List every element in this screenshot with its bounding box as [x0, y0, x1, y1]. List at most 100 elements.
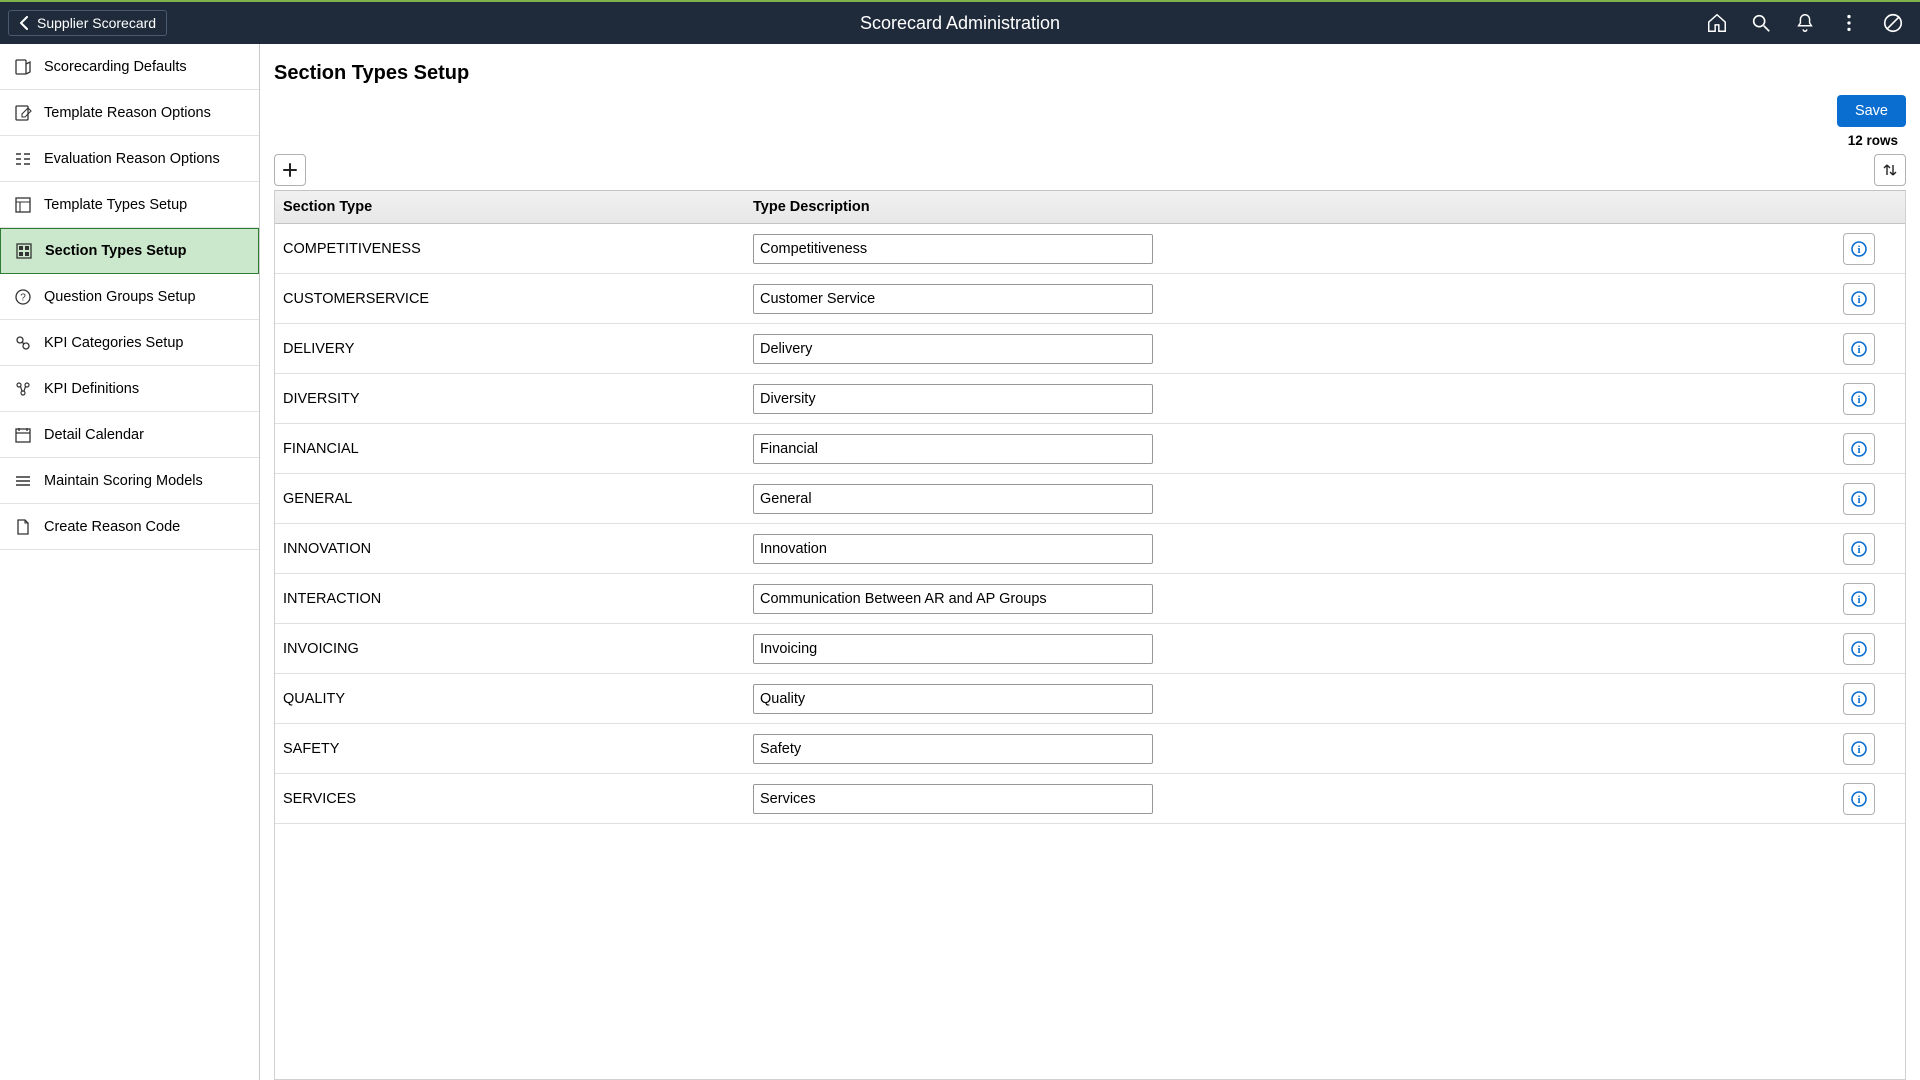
- sidebar-item-detail-calendar[interactable]: Detail Calendar: [0, 412, 259, 458]
- sidebar-item-kpi-categories-setup[interactable]: KPI Categories Setup: [0, 320, 259, 366]
- svg-text:i: i: [1857, 244, 1860, 256]
- table-row: GENERAL i: [275, 474, 1905, 524]
- section-type-cell: FINANCIAL: [275, 433, 745, 465]
- svg-text:i: i: [1857, 594, 1860, 606]
- type-description-input[interactable]: [753, 484, 1153, 514]
- table-header: Section Type Type Description: [275, 191, 1905, 224]
- row-info-button[interactable]: i: [1843, 783, 1875, 815]
- row-actions: i: [1265, 575, 1905, 623]
- section-types-table: Section Type Type Description COMPETITIV…: [274, 190, 1906, 1080]
- column-header-type-description[interactable]: Type Description: [745, 191, 1265, 223]
- add-row-button[interactable]: [274, 154, 306, 186]
- sidebar-item-label: Template Reason Options: [44, 105, 211, 121]
- type-description-input[interactable]: [753, 434, 1153, 464]
- row-info-button[interactable]: i: [1843, 483, 1875, 515]
- kpi-categories-icon: [14, 334, 32, 352]
- table-row: DELIVERYi: [275, 324, 1905, 374]
- sort-button[interactable]: [1874, 154, 1906, 186]
- row-info-button[interactable]: i: [1843, 333, 1875, 365]
- section-type-cell: SAFETY: [275, 733, 745, 765]
- type-description-input[interactable]: [753, 234, 1153, 264]
- template-reason-icon: [14, 104, 32, 122]
- sidebar-item-scorecarding-defaults[interactable]: Scorecarding Defaults: [0, 44, 259, 90]
- type-description-input[interactable]: [753, 334, 1153, 364]
- row-info-button[interactable]: i: [1843, 433, 1875, 465]
- column-header-section-type[interactable]: Section Type: [275, 191, 745, 223]
- bell-icon[interactable]: [1794, 12, 1816, 34]
- row-info-button[interactable]: i: [1843, 583, 1875, 615]
- row-info-button[interactable]: i: [1843, 533, 1875, 565]
- row-info-button[interactable]: i: [1843, 633, 1875, 665]
- type-description-input[interactable]: [753, 684, 1153, 714]
- row-info-button[interactable]: i: [1843, 233, 1875, 265]
- defaults-icon: [14, 58, 32, 76]
- back-button[interactable]: Supplier Scorecard: [8, 10, 167, 36]
- type-description-input[interactable]: [753, 584, 1153, 614]
- save-button[interactable]: Save: [1837, 95, 1906, 127]
- type-description-cell: [745, 476, 1265, 522]
- type-description-input[interactable]: [753, 384, 1153, 414]
- type-description-cell: [745, 776, 1265, 822]
- row-actions: i: [1265, 725, 1905, 773]
- back-label: Supplier Scorecard: [37, 15, 156, 31]
- svg-text:i: i: [1857, 794, 1860, 806]
- type-description-input[interactable]: [753, 734, 1153, 764]
- kpi-definitions-icon: [14, 380, 32, 398]
- row-actions: i: [1265, 675, 1905, 723]
- row-info-button[interactable]: i: [1843, 383, 1875, 415]
- type-description-input[interactable]: [753, 284, 1153, 314]
- sidebar-item-evaluation-reason-options[interactable]: Evaluation Reason Options: [0, 136, 259, 182]
- row-info-button[interactable]: i: [1843, 733, 1875, 765]
- table-row: FINANCIAL i: [275, 424, 1905, 474]
- table-row: SAFETY i: [275, 724, 1905, 774]
- page-title: Section Types Setup: [274, 62, 1906, 85]
- type-description-cell: [745, 276, 1265, 322]
- sidebar-item-label: Detail Calendar: [44, 427, 144, 443]
- sidebar-item-label: Question Groups Setup: [44, 289, 196, 305]
- row-info-button[interactable]: i: [1843, 683, 1875, 715]
- section-type-cell: INNOVATION: [275, 533, 745, 565]
- sidebar-item-template-types-setup[interactable]: Template Types Setup: [0, 182, 259, 228]
- svg-text:i: i: [1857, 544, 1860, 556]
- section-type-cell: INTERACTION: [275, 583, 745, 615]
- sidebar-item-kpi-definitions[interactable]: KPI Definitions: [0, 366, 259, 412]
- row-actions: i: [1265, 525, 1905, 573]
- calendar-icon: [14, 426, 32, 444]
- chevron-left-icon: [19, 16, 31, 30]
- scoring-models-icon: [14, 472, 32, 490]
- sidebar-item-section-types-setup[interactable]: Section Types Setup: [0, 228, 259, 274]
- type-description-input[interactable]: [753, 634, 1153, 664]
- rows-count: 12 rows: [260, 127, 1920, 150]
- row-info-button[interactable]: i: [1843, 283, 1875, 315]
- block-icon[interactable]: [1882, 12, 1904, 34]
- search-icon[interactable]: [1750, 12, 1772, 34]
- sidebar-item-maintain-scoring-models[interactable]: Maintain Scoring Models: [0, 458, 259, 504]
- content: Section Types Setup Save 12 rows Section…: [260, 44, 1920, 1080]
- row-actions: i: [1265, 775, 1905, 823]
- type-description-input[interactable]: [753, 534, 1153, 564]
- section-type-cell: GENERAL: [275, 483, 745, 515]
- sidebar-item-label: KPI Categories Setup: [44, 335, 183, 351]
- page-header-title: Scorecard Administration: [860, 13, 1060, 34]
- row-actions: i: [1265, 375, 1905, 423]
- question-groups-icon: ?: [14, 288, 32, 306]
- section-type-cell: INVOICING: [275, 633, 745, 665]
- more-vertical-icon[interactable]: [1838, 12, 1860, 34]
- main: Scorecarding Defaults Template Reason Opt…: [0, 44, 1920, 1080]
- svg-text:i: i: [1857, 344, 1860, 356]
- home-icon[interactable]: [1706, 12, 1728, 34]
- sidebar-item-question-groups-setup[interactable]: ? Question Groups Setup: [0, 274, 259, 320]
- row-actions: i: [1265, 625, 1905, 673]
- type-description-cell: [745, 726, 1265, 772]
- sidebar-item-label: Evaluation Reason Options: [44, 151, 220, 167]
- reason-code-icon: [14, 518, 32, 536]
- sidebar-item-template-reason-options[interactable]: Template Reason Options: [0, 90, 259, 136]
- type-description-input[interactable]: [753, 784, 1153, 814]
- row-actions: i: [1265, 475, 1905, 523]
- sidebar-item-label: Scorecarding Defaults: [44, 59, 187, 75]
- type-description-cell: [745, 526, 1265, 572]
- section-types-icon: [15, 242, 33, 260]
- table-toolbar: [274, 150, 1906, 190]
- table-row: SERVICESi: [275, 774, 1905, 824]
- sidebar-item-create-reason-code[interactable]: Create Reason Code: [0, 504, 259, 550]
